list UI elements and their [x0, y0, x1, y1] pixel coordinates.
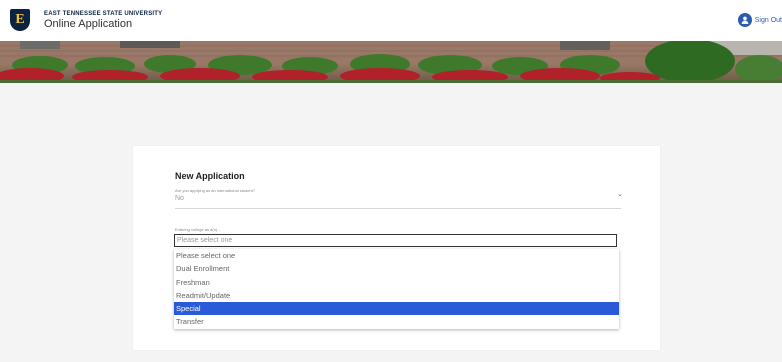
entering-college-dropdown: Please select one Dual Enrollment Freshm…	[174, 249, 619, 329]
university-name: EAST TENNESSEE STATE UNIVERSITY	[44, 11, 163, 17]
application-card: New Application Are you applying as an i…	[133, 146, 660, 350]
entering-college-select[interactable]: Please select one	[174, 234, 617, 247]
etsu-logo-icon[interactable]: E	[10, 9, 30, 31]
dropdown-option-please-select[interactable]: Please select one	[174, 249, 619, 262]
campus-banner-image	[0, 41, 782, 83]
sign-out-label: Sign Out	[754, 16, 782, 24]
international-underline	[175, 208, 621, 209]
international-question-label: Are you applying as an international stu…	[175, 188, 256, 193]
sign-out-link[interactable]: Sign Out	[737, 12, 782, 28]
page-title: New Application	[175, 171, 245, 181]
chevron-down-icon[interactable]: ⌄	[617, 190, 623, 198]
dropdown-option-dual-enrollment[interactable]: Dual Enrollment	[174, 262, 619, 275]
dropdown-option-special[interactable]: Special	[174, 302, 619, 316]
user-icon	[737, 13, 752, 27]
dropdown-option-transfer[interactable]: Transfer	[174, 315, 619, 328]
entering-college-label: Entering college as a(n)...	[175, 227, 221, 232]
app-title: Online Application	[44, 18, 133, 30]
logo-letter: E	[15, 12, 25, 27]
dropdown-option-readmit-update[interactable]: Readmit/Update	[174, 289, 619, 302]
top-bar: E EAST TENNESSEE STATE UNIVERSITY Online…	[0, 0, 782, 42]
international-select[interactable]: No	[175, 195, 184, 202]
dropdown-option-freshman[interactable]: Freshman	[174, 276, 619, 289]
